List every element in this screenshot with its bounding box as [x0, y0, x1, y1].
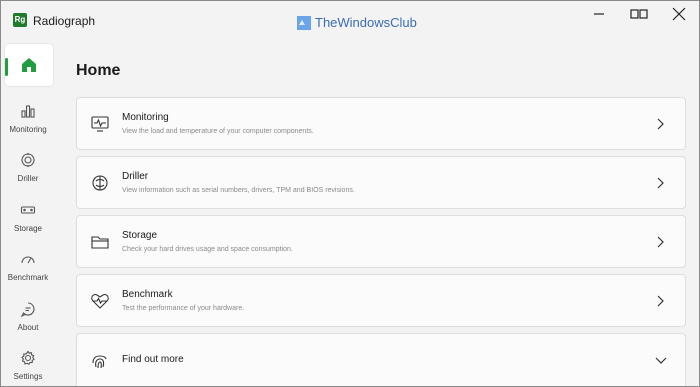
- sidebar-item-label: Driller: [17, 174, 39, 183]
- driller-icon: [18, 150, 38, 170]
- sidebar-item-storage[interactable]: Storage: [4, 194, 52, 240]
- chip-icon: [92, 175, 108, 191]
- gear-icon: [18, 348, 38, 368]
- app-window: Rg Radiograph TheWindowsClub Monitoring …: [0, 0, 700, 387]
- chevron-right-icon: [657, 177, 664, 189]
- sidebar-item-label: Benchmark: [7, 273, 49, 282]
- sidebar-item-label: Settings: [13, 372, 43, 381]
- sidebar-item-monitoring[interactable]: Monitoring: [4, 95, 52, 141]
- sidebar-item-label: About: [17, 323, 39, 332]
- card-driller[interactable]: Driller View information such as serial …: [76, 156, 686, 209]
- page-title: Home: [76, 62, 121, 79]
- card-title: Benchmark: [122, 289, 173, 300]
- card-title: Monitoring: [122, 112, 169, 123]
- chevron-right-icon: [657, 295, 664, 307]
- card-description: View the load and temperature of your co…: [122, 128, 314, 135]
- chat-icon: [18, 299, 38, 319]
- sidebar-item-driller[interactable]: Driller: [4, 144, 52, 190]
- card-title: Driller: [122, 171, 149, 182]
- chevron-right-icon: [657, 118, 664, 130]
- sidebar-item-home[interactable]: [4, 43, 54, 87]
- storage-icon: [18, 200, 38, 220]
- folder-icon: [91, 236, 109, 249]
- card-monitoring[interactable]: Monitoring View the load and temperature…: [76, 97, 686, 150]
- speedometer-icon: [18, 249, 38, 269]
- app-logo: Rg: [13, 13, 27, 27]
- card-title: Find out more: [122, 354, 184, 365]
- chevron-down-icon: [655, 357, 667, 364]
- home-icon: [19, 55, 39, 75]
- card-description: View information such as serial numbers,…: [122, 187, 355, 194]
- heart-pulse-icon: [91, 294, 109, 309]
- bar-chart-icon: [18, 101, 38, 121]
- card-description: Test the performance of your hardware.: [122, 305, 245, 312]
- sidebar-item-label: Storage: [13, 224, 43, 233]
- sidebar: Monitoring Driller Storage Benchmark Abo: [1, 39, 57, 386]
- card-benchmark[interactable]: Benchmark Test the performance of your h…: [76, 274, 686, 327]
- sidebar-item-label: Monitoring: [9, 125, 47, 134]
- sidebar-item-settings[interactable]: Settings: [4, 342, 52, 386]
- sidebar-item-about[interactable]: About: [4, 293, 52, 339]
- chevron-right-icon: [657, 236, 664, 248]
- card-title: Storage: [122, 230, 158, 241]
- main-content: Home Monitoring View the load and temper…: [76, 1, 686, 386]
- fingerprint-icon: [92, 355, 107, 369]
- sidebar-item-benchmark[interactable]: Benchmark: [4, 243, 52, 289]
- card-storage[interactable]: Storage Check your hard drives usage and…: [76, 215, 686, 268]
- active-indicator: [5, 58, 8, 76]
- card-find-out-more[interactable]: Find out more: [76, 333, 686, 386]
- card-description: Check your hard drives usage and space c…: [122, 246, 293, 253]
- monitor-pulse-icon: [91, 116, 109, 132]
